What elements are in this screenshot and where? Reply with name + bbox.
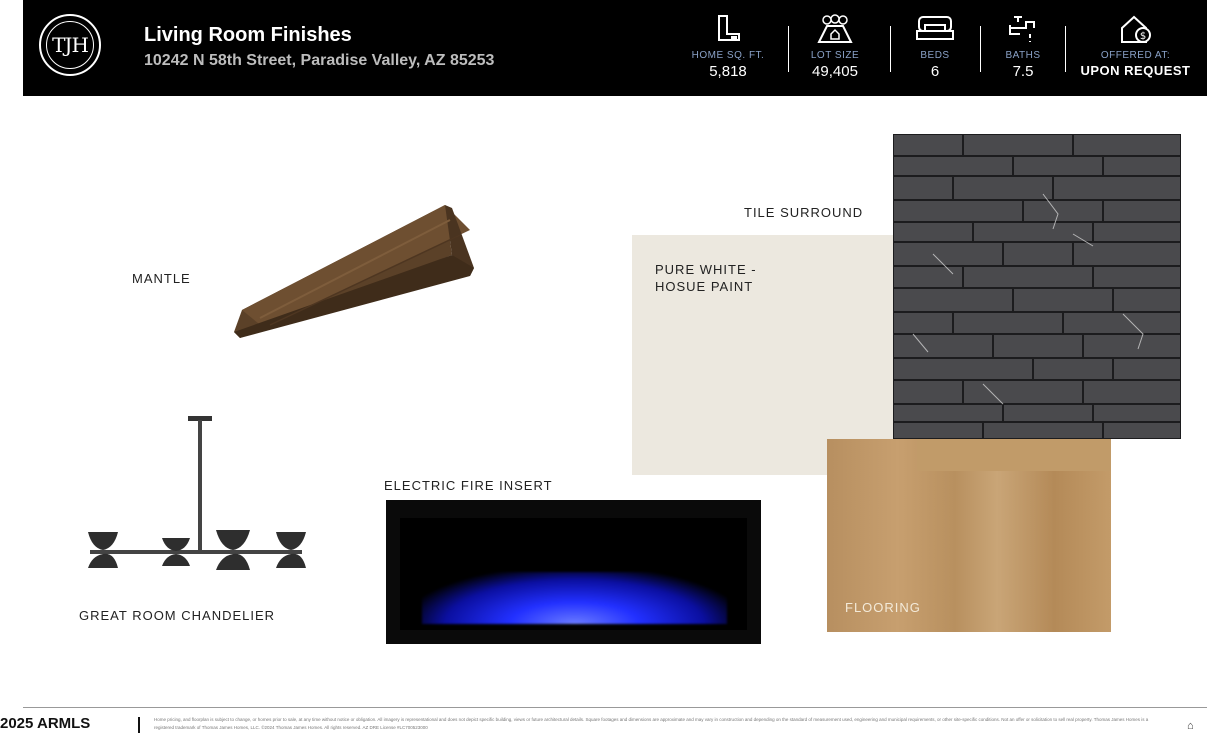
blue-flames bbox=[422, 572, 727, 624]
firebox bbox=[400, 518, 747, 630]
electric-fireplace-image bbox=[386, 500, 761, 644]
stat-baths: BATHS 7.5 bbox=[993, 14, 1053, 80]
stat-lot-size: LOT SIZE 49,405 bbox=[795, 14, 875, 80]
page-title: Living Room Finishes bbox=[144, 24, 352, 46]
stat-home-sqft: HOME SQ. FT. 5,818 bbox=[686, 14, 770, 80]
stat-label: OFFERED AT: bbox=[1100, 50, 1171, 61]
lot-icon bbox=[817, 14, 853, 43]
mantle-beam-image bbox=[234, 205, 474, 338]
logo-text: TJH bbox=[46, 21, 94, 69]
stat-value: 6 bbox=[930, 63, 940, 80]
stat-value: 49,405 bbox=[812, 63, 858, 80]
tjh-logo: TJH bbox=[39, 14, 101, 76]
equal-housing-icon: ⌂ bbox=[1187, 720, 1194, 732]
mantle-label: MANTLE bbox=[132, 271, 191, 286]
stone-tile-image bbox=[893, 134, 1181, 439]
divider bbox=[980, 26, 981, 72]
flooring-label: FLOORING bbox=[845, 600, 921, 615]
faucet-icon bbox=[1009, 16, 1035, 42]
divider bbox=[788, 26, 789, 72]
property-address: 10242 N 58th Street, Paradise Valley, AZ… bbox=[144, 52, 495, 69]
listing-header: TJH Living Room Finishes 10242 N 58th St… bbox=[23, 0, 1207, 96]
stat-beds: BEDS 6 bbox=[905, 14, 965, 80]
paint-label-line2: HOSUE PAINT bbox=[655, 279, 754, 294]
chandelier-image bbox=[88, 416, 306, 570]
footer-divider bbox=[23, 707, 1207, 708]
stat-offered-at: $ OFFERED AT: UPON REQUEST bbox=[1073, 14, 1198, 78]
footer-disclaimer: Home pricing, and floorplan is subject t… bbox=[154, 717, 1149, 730]
electric-fire-label: ELECTRIC FIRE INSERT bbox=[384, 478, 553, 493]
floor-plank bbox=[917, 439, 1111, 471]
stat-value: 7.5 bbox=[1012, 63, 1034, 80]
divider bbox=[1065, 26, 1066, 72]
stat-label: HOME SQ. FT. bbox=[691, 50, 765, 61]
svg-text:$: $ bbox=[1139, 31, 1145, 42]
paint-label-line1: PURE WHITE - bbox=[655, 262, 757, 277]
tile-surround-label: TILE SURROUND bbox=[744, 205, 864, 220]
footer-brand: 2025 ARMLS bbox=[0, 715, 91, 732]
stat-value: 5,818 bbox=[709, 63, 747, 80]
divider bbox=[890, 26, 891, 72]
stat-label: LOT SIZE bbox=[810, 50, 860, 61]
chandelier-label: GREAT ROOM CHANDELIER bbox=[79, 608, 276, 623]
house-dollar-icon: $ bbox=[1120, 15, 1151, 43]
stat-label: BATHS bbox=[1005, 50, 1041, 61]
floorplan-icon bbox=[718, 15, 740, 41]
stat-value: UPON REQUEST bbox=[1080, 63, 1191, 78]
bed-icon bbox=[916, 16, 954, 40]
stat-label: BEDS bbox=[920, 50, 950, 61]
footer-separator bbox=[138, 717, 140, 733]
